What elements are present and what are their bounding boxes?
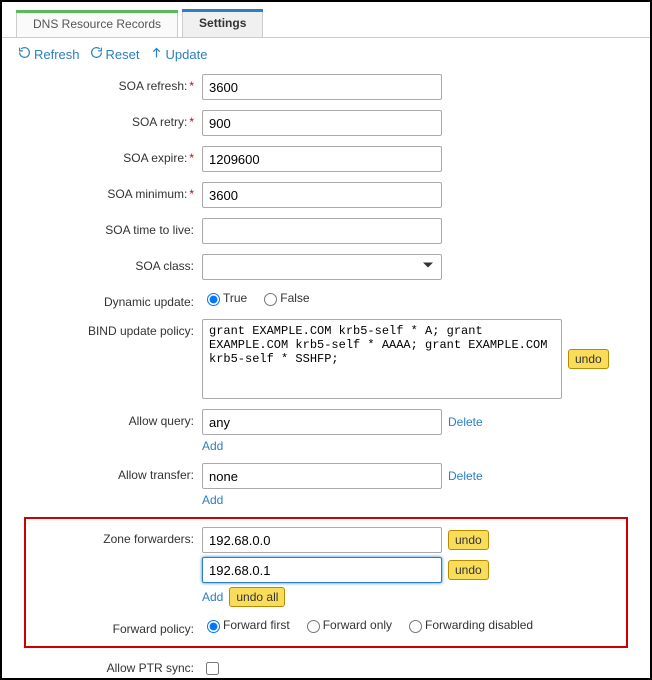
bind-policy-undo-button[interactable]: undo bbox=[568, 349, 609, 369]
allow-ptr-label: Allow PTR sync: bbox=[32, 656, 202, 675]
up-arrow-icon bbox=[150, 46, 163, 62]
allow-query-input[interactable] bbox=[202, 409, 442, 435]
action-bar: Refresh Reset Update bbox=[2, 38, 650, 70]
zone-forwarder-undo-1[interactable]: undo bbox=[448, 560, 489, 580]
soa-class-label: SOA class: bbox=[32, 254, 202, 273]
tab-bar: DNS Resource Records Settings bbox=[2, 10, 650, 38]
update-label: Update bbox=[166, 47, 208, 62]
forward-first-radio[interactable] bbox=[207, 620, 220, 633]
soa-class-select[interactable] bbox=[202, 254, 442, 280]
forward-policy-label: Forward policy: bbox=[32, 617, 202, 636]
allow-transfer-label: Allow transfer: bbox=[32, 463, 202, 482]
forwarding-disabled-radio[interactable] bbox=[409, 620, 422, 633]
dynamic-update-true[interactable] bbox=[207, 293, 220, 306]
tab-dns-records[interactable]: DNS Resource Records bbox=[16, 10, 178, 37]
allow-transfer-add-link[interactable]: Add bbox=[202, 493, 223, 507]
refresh-icon bbox=[18, 46, 31, 62]
zone-forwarder-undo-0[interactable]: undo bbox=[448, 530, 489, 550]
refresh-label: Refresh bbox=[34, 47, 80, 62]
zone-forwarder-add-link[interactable]: Add bbox=[202, 590, 223, 604]
soa-refresh-label: SOA refresh:* bbox=[32, 74, 202, 93]
reset-label: Reset bbox=[106, 47, 140, 62]
forward-only-label: Forward only bbox=[323, 618, 392, 632]
allow-transfer-input[interactable] bbox=[202, 463, 442, 489]
settings-form: SOA refresh:* SOA retry:* SOA expire:* S… bbox=[2, 70, 650, 680]
soa-refresh-input[interactable] bbox=[202, 74, 442, 100]
soa-minimum-label: SOA minimum:* bbox=[32, 182, 202, 201]
bind-policy-label: BIND update policy: bbox=[32, 319, 202, 338]
dynamic-update-false[interactable] bbox=[264, 293, 277, 306]
zone-forwarder-input-0[interactable] bbox=[202, 527, 442, 553]
tab-settings[interactable]: Settings bbox=[182, 10, 263, 37]
true-label: True bbox=[223, 291, 247, 305]
update-button[interactable]: Update bbox=[150, 46, 208, 62]
allow-ptr-checkbox[interactable] bbox=[206, 662, 219, 675]
forwarders-highlight: Zone forwarders: undo undo Add undo all bbox=[24, 517, 628, 648]
forward-first-label: Forward first bbox=[223, 618, 290, 632]
dynamic-update-label: Dynamic update: bbox=[32, 290, 202, 309]
zone-forwarder-input-1[interactable] bbox=[202, 557, 442, 583]
soa-ttl-input[interactable] bbox=[202, 218, 442, 244]
reset-button[interactable]: Reset bbox=[90, 46, 140, 62]
allow-query-delete-link[interactable]: Delete bbox=[448, 415, 483, 429]
false-label: False bbox=[280, 291, 309, 305]
forward-policy-group: Forward first Forward only Forwarding di… bbox=[202, 617, 620, 633]
refresh-button[interactable]: Refresh bbox=[18, 46, 80, 62]
allow-query-label: Allow query: bbox=[32, 409, 202, 428]
zone-forwarder-undo-all[interactable]: undo all bbox=[229, 587, 285, 607]
bind-policy-textarea[interactable] bbox=[202, 319, 562, 399]
settings-panel: DNS Resource Records Settings Refresh Re… bbox=[0, 0, 652, 680]
soa-ttl-label: SOA time to live: bbox=[32, 218, 202, 237]
forwarding-disabled-label: Forwarding disabled bbox=[425, 618, 533, 632]
dynamic-update-group: True False bbox=[202, 290, 620, 306]
soa-expire-label: SOA expire:* bbox=[32, 146, 202, 165]
soa-expire-input[interactable] bbox=[202, 146, 442, 172]
zone-forwarders-label: Zone forwarders: bbox=[32, 527, 202, 546]
allow-query-add-link[interactable]: Add bbox=[202, 439, 223, 453]
allow-transfer-delete-link[interactable]: Delete bbox=[448, 469, 483, 483]
reset-icon bbox=[90, 46, 103, 62]
soa-retry-label: SOA retry:* bbox=[32, 110, 202, 129]
soa-minimum-input[interactable] bbox=[202, 182, 442, 208]
forward-only-radio[interactable] bbox=[307, 620, 320, 633]
soa-retry-input[interactable] bbox=[202, 110, 442, 136]
